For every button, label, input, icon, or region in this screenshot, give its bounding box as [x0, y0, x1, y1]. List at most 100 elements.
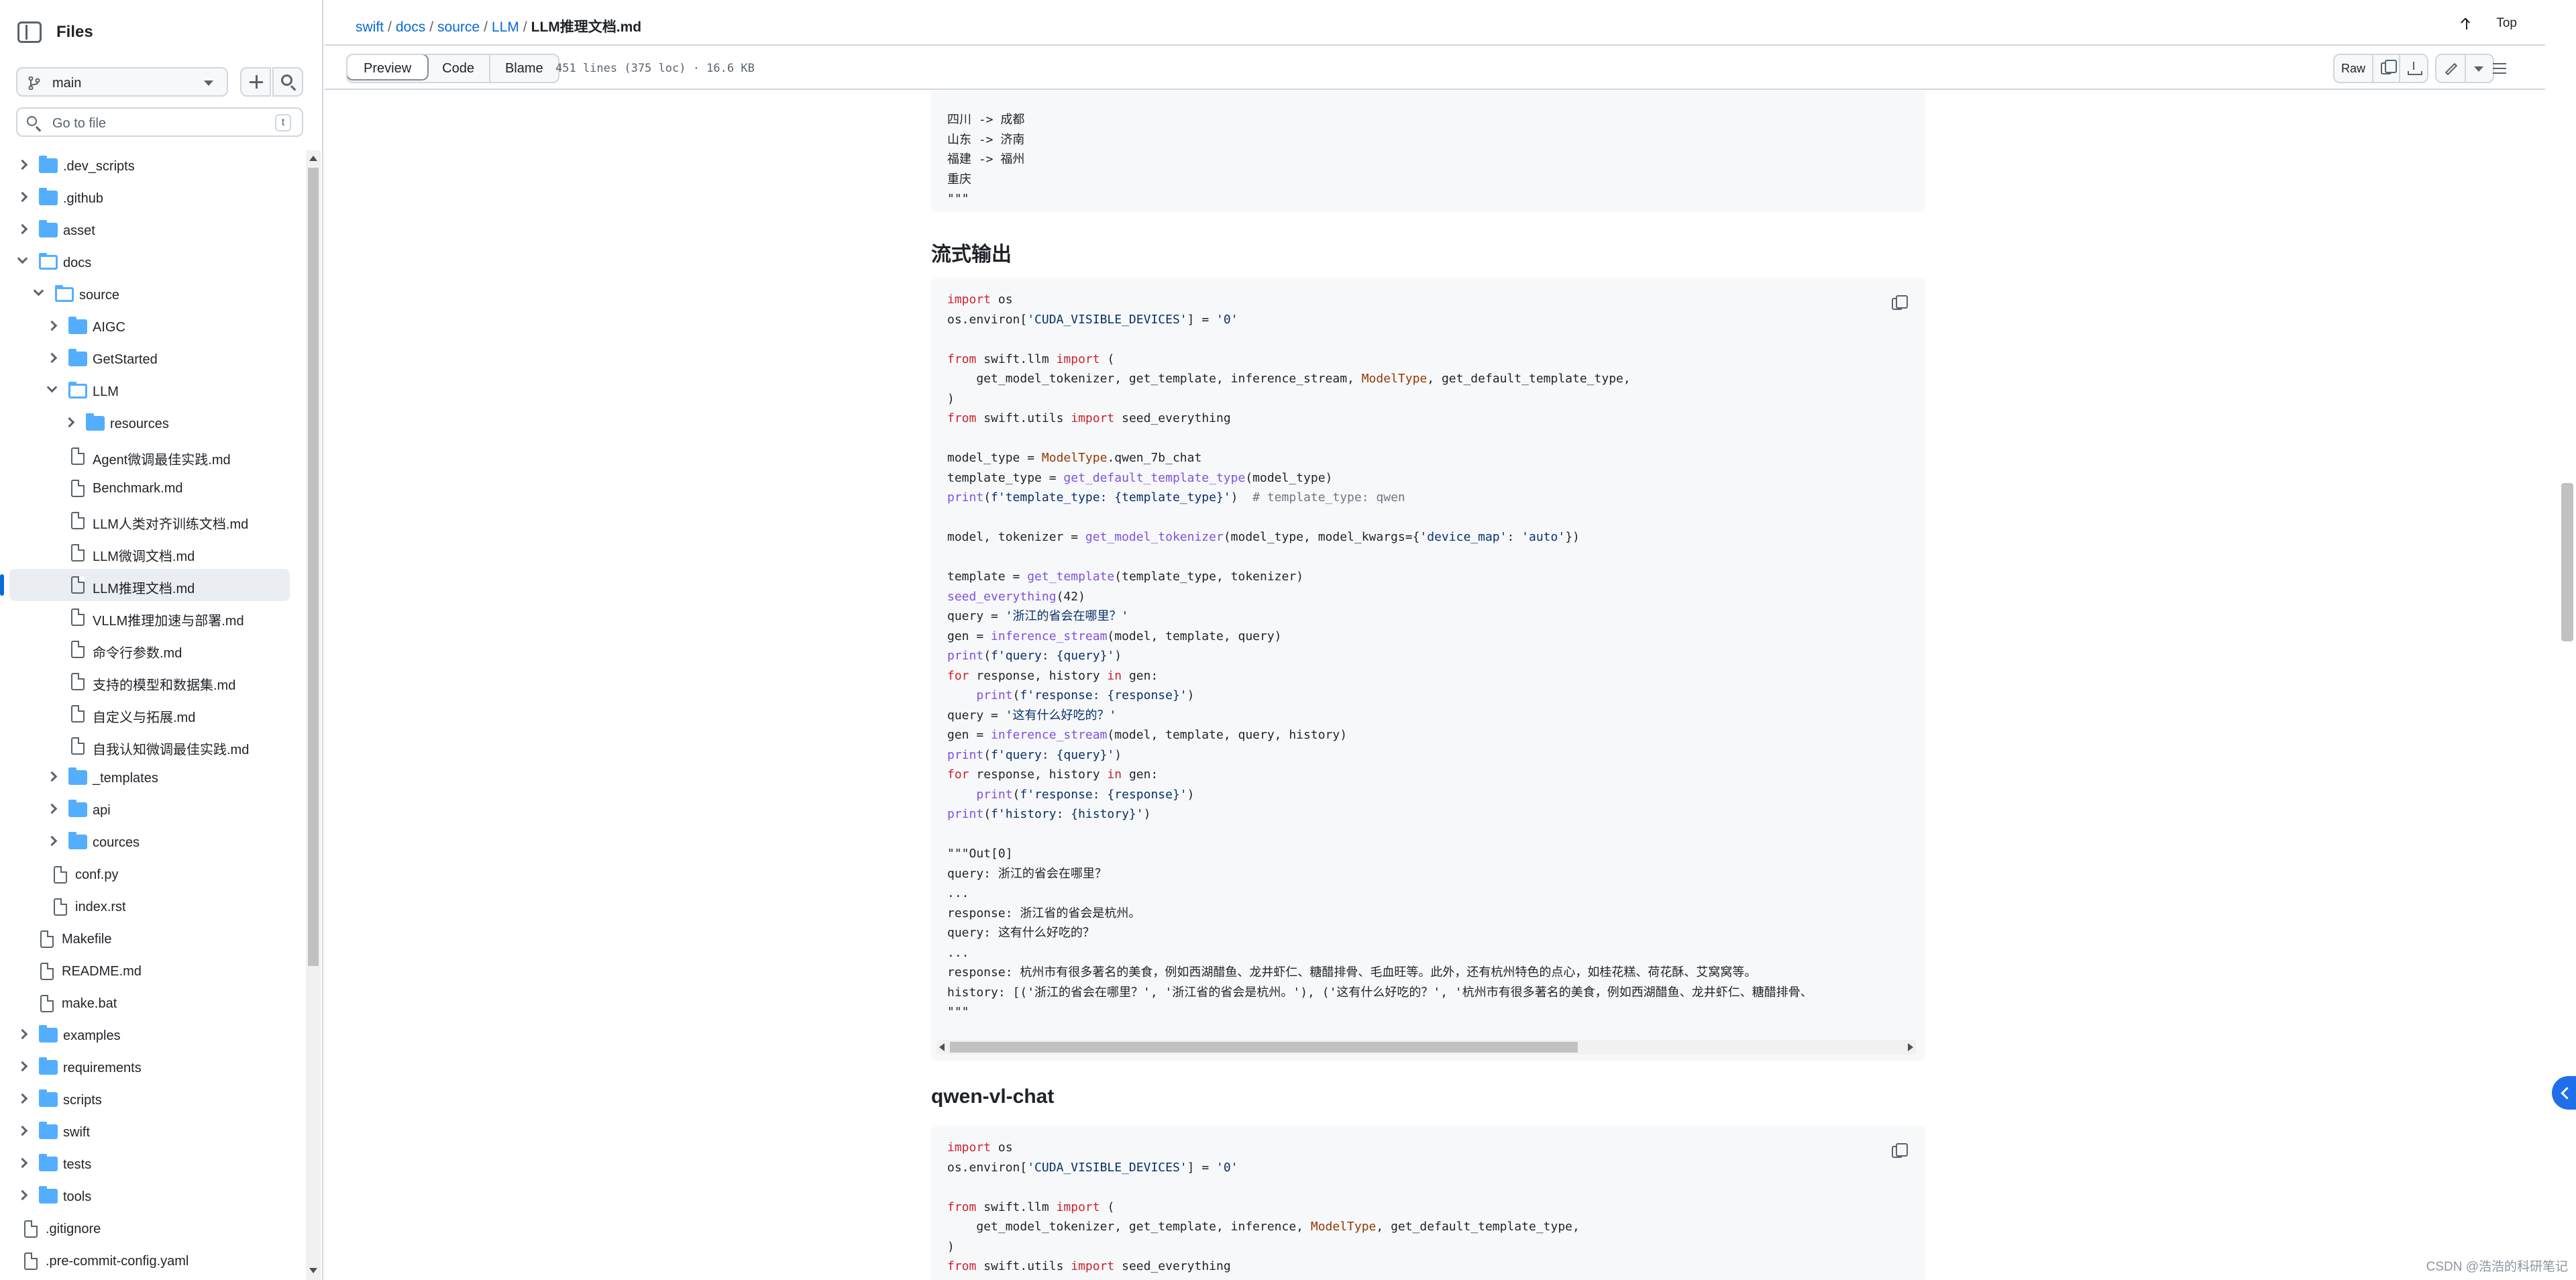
tree-folder-item[interactable]: cources [0, 826, 306, 859]
chevron-right-icon[interactable] [17, 1028, 28, 1040]
search-button[interactable] [272, 67, 303, 97]
branch-selector-button[interactable]: main [16, 67, 228, 97]
code-block: import os os.environ['CUDA_VISIBLE_DEVICE… [931, 278, 1925, 1061]
tree-folder-item[interactable]: tests [0, 1149, 306, 1181]
tree-file-item[interactable]: LLM推理文档.md [0, 569, 290, 601]
scroll-down-icon[interactable] [309, 1268, 317, 1273]
copy-raw-button[interactable] [2373, 55, 2401, 82]
tab-preview[interactable]: Preview [347, 55, 429, 81]
code-line: import os [947, 292, 1013, 307]
code-line: 福建 -> 福州 [947, 152, 1025, 166]
collapse-sidebar-icon[interactable] [17, 21, 42, 43]
go-to-file-placeholder: Go to file [52, 116, 107, 131]
chevron-right-icon[interactable] [17, 1157, 28, 1169]
expand-side-panel-button[interactable] [2552, 1076, 2576, 1110]
tree-file-item[interactable]: 自定义与拓展.md [0, 698, 306, 730]
file-icon [54, 866, 67, 884]
tree-folder-item[interactable]: examples [0, 1020, 306, 1052]
page-scrollbar-thumb[interactable] [2561, 483, 2573, 641]
go-to-file-input[interactable]: Go to file t [16, 107, 303, 137]
tree-folder-item[interactable]: swift [0, 1116, 306, 1149]
chevron-right-icon[interactable] [46, 771, 58, 782]
copy-code-button[interactable] [1885, 291, 1909, 314]
file-icon [71, 737, 85, 755]
chevron-right-icon[interactable] [17, 223, 28, 235]
chevron-down-icon[interactable] [33, 285, 44, 297]
tree-folder-item[interactable]: requirements [0, 1052, 306, 1084]
folder-icon [39, 188, 58, 205]
tree-file-item[interactable]: .gitignore [0, 1213, 306, 1245]
file-icon [54, 898, 67, 916]
scroll-right-icon[interactable] [1908, 1043, 1913, 1051]
tab-code[interactable]: Code [427, 55, 490, 82]
tree-file-item[interactable]: 支持的模型和数据集.md [0, 665, 306, 698]
chevron-right-icon[interactable] [17, 1093, 28, 1104]
breadcrumb-link[interactable]: LLM [492, 19, 519, 35]
tree-item-label: LLM推理文档.md [93, 582, 195, 596]
tree-folder-item[interactable]: _templates [0, 762, 306, 794]
tree-folder-item[interactable]: asset [0, 215, 306, 247]
chevron-right-icon[interactable] [17, 159, 28, 170]
chevron-right-icon[interactable] [46, 352, 58, 364]
tree-item-label: .pre-commit-config.yaml [46, 1254, 189, 1269]
tree-item-label: examples [63, 1028, 121, 1043]
breadcrumb-link[interactable]: docs [396, 19, 425, 35]
tree-file-item[interactable]: .pre-commit-config.yaml [0, 1245, 306, 1277]
chevron-right-icon[interactable] [64, 417, 75, 428]
markdown-preview: 四川 -> 成都 山东 -> 济南 福建 -> 福州 重庆 """ 流式输出 impor… [325, 91, 2545, 1280]
tree-file-item[interactable]: 自我认知微调最佳实践.md [0, 730, 306, 762]
add-file-button[interactable] [240, 67, 271, 97]
tree-item-label: LLM微调文档.md [93, 549, 195, 564]
chevron-right-icon[interactable] [17, 191, 28, 203]
breadcrumb-link[interactable]: swift [356, 19, 384, 35]
chevron-right-icon[interactable] [17, 1061, 28, 1072]
tree-folder-item[interactable]: docs [0, 247, 306, 279]
tab-blame[interactable]: Blame [490, 55, 558, 82]
outline-button[interactable] [2485, 54, 2514, 83]
tree-folder-item[interactable]: .dev_scripts [0, 150, 306, 182]
raw-button[interactable]: Raw [2334, 55, 2374, 82]
tree-folder-item[interactable]: tools [0, 1181, 306, 1213]
tree-folder-item[interactable]: AIGC [0, 311, 306, 343]
tree-file-item[interactable]: index.rst [0, 891, 306, 923]
edit-file-button[interactable] [2436, 55, 2466, 82]
tree-file-item[interactable]: 命令行参数.md [0, 633, 306, 665]
code-horizontal-scrollbar[interactable] [936, 1040, 1916, 1055]
folder-icon [39, 1154, 58, 1171]
chevron-down-icon[interactable] [46, 382, 58, 393]
breadcrumb-link[interactable]: source [437, 19, 480, 35]
code-scrollbar-thumb[interactable] [950, 1042, 1578, 1053]
tree-file-item[interactable]: Makefile [0, 923, 306, 955]
tree-folder-item[interactable]: resources [0, 408, 306, 440]
chevron-right-icon[interactable] [17, 1189, 28, 1201]
tree-file-item[interactable]: LLM人类对齐训练文档.md [0, 504, 306, 537]
scroll-left-icon[interactable] [939, 1043, 945, 1051]
copy-code-button[interactable] [1885, 1139, 1909, 1162]
scroll-up-icon[interactable] [309, 156, 317, 161]
code-line: from swift.llm import ( [947, 1199, 1115, 1214]
tree-file-item[interactable]: Benchmark.md [0, 472, 306, 504]
tree-file-item[interactable]: LLM微调文档.md [0, 537, 306, 569]
code-line: query: 浙江的省会在哪里？ [947, 866, 1107, 881]
tree-file-item[interactable]: make.bat [0, 988, 306, 1020]
chevron-right-icon[interactable] [17, 1125, 28, 1136]
tree-folder-item[interactable]: api [0, 794, 306, 826]
file-icon [71, 608, 85, 626]
tree-folder-item[interactable]: scripts [0, 1084, 306, 1116]
tree-file-item[interactable]: VLLM推理加速与部署.md [0, 601, 306, 633]
chevron-right-icon[interactable] [46, 320, 58, 331]
tree-folder-item[interactable]: .github [0, 182, 306, 215]
tree-file-item[interactable]: Agent微调最佳实践.md [0, 440, 306, 472]
chevron-right-icon[interactable] [46, 803, 58, 814]
chevron-right-icon[interactable] [46, 835, 58, 847]
sidebar-scrollbar-thumb[interactable] [308, 168, 319, 966]
top-button[interactable]: Top [2496, 16, 2517, 31]
chevron-down-icon[interactable] [17, 253, 28, 264]
tree-file-item[interactable]: README.md [0, 955, 306, 988]
download-raw-button[interactable] [2400, 55, 2427, 82]
tree-item-label: tests [63, 1157, 92, 1172]
tree-folder-item[interactable]: GetStarted [0, 343, 306, 376]
tree-folder-item[interactable]: LLM [0, 376, 306, 408]
tree-file-item[interactable]: conf.py [0, 859, 306, 891]
tree-folder-item[interactable]: source [0, 279, 306, 311]
